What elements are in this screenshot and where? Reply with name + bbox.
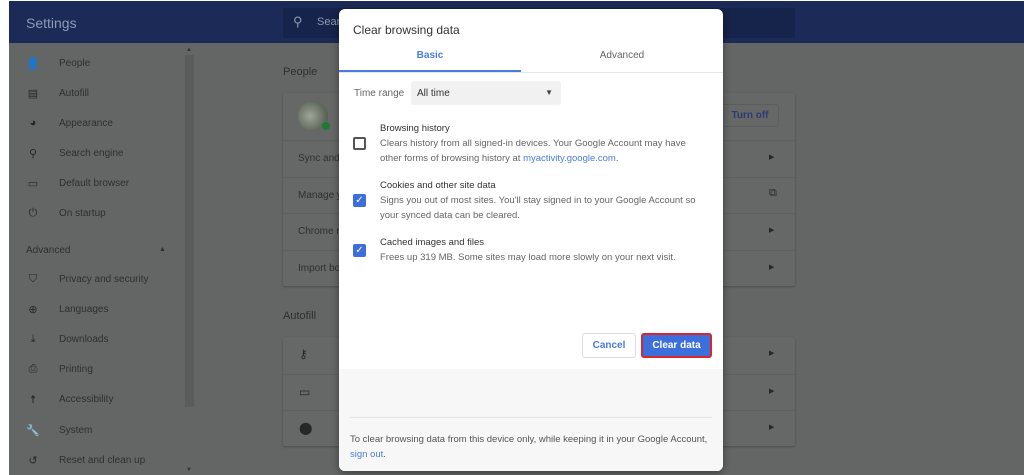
page-title: Settings (26, 15, 77, 31)
sidebar-item-on-startup[interactable]: ⏻ On startup (9, 205, 195, 225)
clear-browsing-data-dialog: Clear browsing data Basic Advanced Time … (339, 9, 723, 471)
dialog-footer: To clear browsing data from this device … (339, 369, 723, 471)
footer-text: To clear browsing data from this device … (350, 434, 708, 445)
search-icon: ⚲ (293, 14, 303, 29)
sync-badge-icon (321, 121, 331, 131)
sidebar-item-label: Search engine (59, 148, 124, 159)
cached-images-option: Cached images and files Frees up 319 MB.… (380, 235, 710, 265)
turn-off-button[interactable]: Turn off (721, 104, 779, 127)
credit-card-icon: ▭ (299, 384, 311, 399)
scroll-up-icon[interactable]: ▲ (186, 47, 192, 53)
power-icon: ⏻ (28, 207, 38, 219)
collapse-caret-icon[interactable]: ▲ (159, 246, 166, 253)
sidebar-item-people[interactable]: 👤 People (9, 55, 195, 75)
divider (339, 72, 723, 73)
sidebar-item-accessibility[interactable]: ☨ Accessibility (9, 391, 195, 411)
sidebar-advanced-toggle[interactable]: Advanced (26, 245, 70, 256)
download-icon: ⤓ (30, 333, 36, 345)
tab-basic[interactable]: Basic (339, 50, 521, 61)
autofill-heading: Autofill (283, 310, 317, 322)
search-icon: ⚲ (28, 148, 38, 160)
sidebar-item-label: Appearance (59, 118, 113, 129)
cookies-checkbox[interactable]: ✓ (353, 194, 366, 207)
sidebar-item-label: Printing (59, 364, 93, 375)
myactivity-link[interactable]: myactivity.google.com (523, 153, 616, 164)
chevron-right-icon: ▶ (769, 154, 775, 161)
person-icon: 👤 (26, 58, 40, 70)
sidebar-item-privacy-and-security[interactable]: ⛉ Privacy and security (9, 271, 195, 291)
sidebar-item-search-engine[interactable]: ⚲ Search engine (9, 145, 195, 165)
scroll-down-icon[interactable]: ▼ (186, 467, 192, 473)
people-heading: People (283, 66, 318, 78)
sign-out-link[interactable]: sign out (350, 449, 383, 460)
chevron-right-icon: ▶ (769, 350, 775, 357)
cached-images-checkbox[interactable]: ✓ (353, 244, 366, 257)
settings-app: Settings ⚲ Search settings 👤People▤Autof… (9, 1, 1024, 475)
sidebar-item-languages[interactable]: ⊕ Languages (9, 301, 195, 321)
time-range-select[interactable]: All time ▼ (411, 81, 561, 105)
browsing-history-checkbox[interactable] (353, 137, 366, 150)
printer-icon: ⎙ (28, 363, 38, 375)
external-link-icon: ⧉ (769, 186, 777, 199)
dialog-title: Clear browsing data (353, 23, 460, 37)
sidebar-item-label: On startup (59, 208, 106, 219)
accessibility-icon: ☨ (30, 394, 36, 406)
punctuation: . (615, 153, 619, 164)
sidebar-scrollbar[interactable] (185, 55, 194, 407)
sidebar-item-label: People (59, 58, 91, 69)
dropdown-arrow-icon: ▼ (545, 88, 553, 97)
chevron-right-icon: ▶ (769, 424, 775, 431)
history-icon: ↺ (28, 455, 38, 467)
sidebar-item-appearance[interactable]: ◕ Appearance (9, 115, 195, 135)
sidebar-item-label: Languages (59, 304, 109, 315)
avatar (298, 101, 331, 131)
sidebar-item-reset-and-clean-up[interactable]: ↺ Reset and clean up (9, 452, 195, 472)
option-title: Browsing history (380, 123, 450, 134)
sidebar-item-system[interactable]: 🔧 System (9, 422, 195, 442)
option-desc: Frees up 319 MB. Some sites may load mor… (380, 252, 676, 263)
sidebar-item-label: Autofill (59, 88, 90, 99)
sidebar-item-label: System (59, 425, 93, 436)
palette-icon: ◕ (29, 117, 37, 129)
cancel-button[interactable]: Cancel (582, 333, 636, 358)
browser-icon: ▭ (27, 178, 39, 190)
sidebar-item-downloads[interactable]: ⤓ Downloads (9, 331, 195, 351)
chevron-right-icon: ▶ (769, 227, 775, 234)
sidebar-item-default-browser[interactable]: ▭ Default browser (9, 175, 195, 195)
cookies-option: Cookies and other site data Signs you ou… (380, 178, 710, 223)
sidebar-item-label: Accessibility (59, 394, 114, 405)
clipboard-icon: ▤ (27, 88, 39, 100)
globe-icon: ⊕ (28, 304, 38, 316)
option-desc: Signs you out of most sites. You'll stay… (380, 195, 696, 221)
time-range-label: Time range (354, 88, 405, 99)
clear-data-button[interactable]: Clear data (641, 333, 712, 358)
sidebar-item-label: Privacy and security (59, 274, 149, 285)
wrench-icon: 🔧 (26, 425, 40, 437)
option-title: Cookies and other site data (380, 180, 496, 191)
sidebar-item-label: Reset and clean up (59, 455, 146, 466)
sidebar-item-printing[interactable]: ⎙ Printing (9, 361, 195, 381)
location-pin-icon: ⬤ (299, 421, 313, 435)
browsing-history-option: Browsing history Clears history from all… (380, 121, 710, 166)
chevron-right-icon: ▶ (769, 263, 775, 271)
sidebar-item-label: Default browser (59, 178, 130, 189)
shield-icon: ⛉ (28, 273, 38, 285)
chevron-right-icon: ▶ (769, 387, 775, 395)
key-icon: ⚷ (299, 347, 308, 361)
sidebar-item-label: Downloads (59, 334, 109, 345)
punctuation: . (383, 449, 386, 460)
time-range-value: All time (417, 88, 450, 99)
tab-advanced[interactable]: Advanced (531, 50, 713, 61)
divider (350, 417, 712, 418)
sidebar-item-autofill[interactable]: ▤ Autofill (9, 85, 195, 105)
option-title: Cached images and files (380, 237, 485, 248)
